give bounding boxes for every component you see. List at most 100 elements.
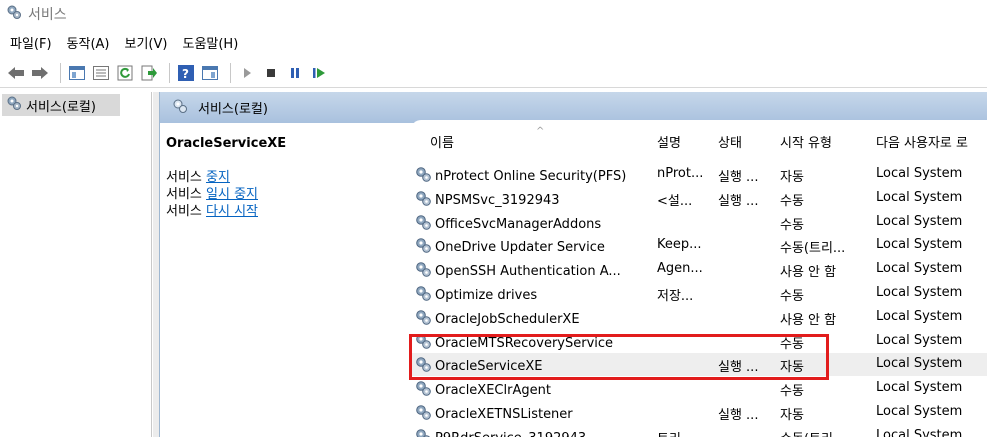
service-row[interactable]: Optimize drives 저장... 수동 Local System [411, 282, 987, 305]
extended-info-panel: OracleServiceXE 서비스 중지 서비스 일시 중지 서비스 다시 … [166, 136, 406, 220]
menu-help[interactable]: 도움말(H) [182, 33, 238, 52]
column-header-status[interactable]: 상태 [718, 132, 742, 151]
action-restart: 서비스 다시 시작 [166, 203, 406, 220]
action-prefix: 서비스 [166, 187, 207, 202]
service-startup-type: 자동 [780, 170, 804, 185]
service-startup-type: 수동 [780, 193, 804, 209]
service-gear-icon [415, 285, 432, 306]
service-logon-as: Local System [876, 237, 963, 253]
service-name-cell: OracleServiceXE [415, 356, 647, 377]
column-header-description[interactable]: 설명 [657, 132, 681, 151]
service-row[interactable]: NPSMSvc_3192943 <설... 실행 ... 수동 Local System [411, 187, 987, 210]
service-row[interactable]: OracleServiceXE 실행 ... 자동 Local System [411, 353, 987, 377]
service-row[interactable]: OracleMTSRecoveryService 수동 Local System [411, 330, 987, 353]
service-startup-type: 수동(트리... [780, 428, 872, 437]
pause-service-link[interactable]: 일시 중지 [206, 187, 258, 202]
service-gear-icon [415, 190, 432, 211]
service-name: nProtect Online Security(PFS) [435, 169, 627, 184]
service-row[interactable]: OracleJobSchedulerXE 사용 안 함 Local System [411, 306, 987, 329]
show-hide-console-tree-icon[interactable] [67, 63, 87, 83]
services-gear-icon [172, 98, 188, 118]
service-name-cell: P9RdrService_3192943 [415, 428, 647, 437]
service-name-cell: OpenSSH Authentication A... [415, 261, 647, 282]
service-gear-icon [415, 356, 432, 377]
sort-ascending-icon: ^ [536, 126, 545, 137]
tree-item-services-local[interactable]: 서비스(로컬) [2, 94, 120, 116]
restart-service-link[interactable]: 다시 시작 [206, 204, 258, 219]
service-name: Optimize drives [435, 288, 538, 303]
service-logon-as: Local System [876, 404, 963, 419]
toolbar-separator [169, 62, 170, 83]
service-logon-as: Local System [876, 427, 963, 437]
window-title: 서비스 [28, 6, 67, 23]
service-row[interactable]: OfficeSvcManagerAddons 수동 Local System [411, 211, 987, 234]
pause-service-icon[interactable] [285, 63, 305, 83]
action-pane-icon[interactable] [200, 63, 220, 83]
help-icon[interactable]: ? [176, 63, 196, 83]
export-list-icon[interactable] [139, 63, 159, 83]
column-header-startup-type[interactable]: 시작 유형 [780, 132, 832, 151]
menu-action[interactable]: 동작(A) [67, 33, 110, 52]
service-name: OfficeSvcManagerAddons [435, 216, 602, 232]
services-gear-icon [6, 4, 22, 24]
action-stop: 서비스 중지 [166, 169, 406, 186]
service-name-cell: OracleJobSchedulerXE [415, 309, 647, 330]
service-logon-as: Local System [876, 332, 963, 348]
service-name-cell: NPSMSvc_3192943 [415, 190, 647, 211]
action-pause: 서비스 일시 중지 [166, 186, 406, 203]
service-gear-icon [415, 237, 432, 258]
column-header-name[interactable]: 이름 [430, 132, 454, 151]
service-description: <설... [657, 193, 693, 209]
service-name-cell: Optimize drives [415, 285, 647, 306]
service-startup-type: 사용 안 함 [780, 265, 837, 281]
service-gear-icon [415, 261, 432, 282]
service-logon-as: Local System [876, 380, 963, 396]
forward-arrow-icon[interactable] [30, 63, 50, 83]
service-logon-as: Local System [876, 213, 963, 229]
service-startup-type: 수동 [780, 336, 804, 352]
stop-service-icon[interactable] [261, 63, 281, 83]
service-name-cell: OfficeSvcManagerAddons [415, 214, 647, 235]
service-startup-type: 수동 [780, 217, 804, 233]
service-row[interactable]: P9RdrService_3192943 트리... 수동(트리... Local S… [411, 425, 987, 437]
service-logon-as: Local System [876, 285, 963, 300]
service-description: 트리... [657, 428, 709, 437]
service-status: 실행 ... [718, 170, 759, 185]
properties-icon[interactable] [91, 63, 111, 83]
toolbar: ? [0, 58, 987, 88]
refresh-icon[interactable] [115, 63, 135, 83]
list-header: 이름 ^ 설명 상태 시작 유형 다음 사용자로 로 [411, 126, 987, 154]
service-startup-type: 자동 [780, 408, 804, 423]
menu-file[interactable]: 파일(F) [10, 33, 52, 52]
service-row[interactable]: nProtect Online Security(PFS) nProt... 실행 … [411, 163, 987, 186]
stop-service-link[interactable]: 중지 [206, 170, 230, 185]
service-logon-as: Local System [876, 308, 963, 324]
service-row[interactable]: OneDrive Updater Service Keep... 수동(트리... L… [411, 234, 987, 257]
service-gear-icon [415, 380, 432, 401]
service-gear-icon [415, 428, 432, 437]
title-bar: 서비스 [0, 0, 987, 27]
service-row[interactable]: OracleXETNSListener 실행 ... 자동 Local System [411, 401, 987, 424]
service-logon-as: Local System [876, 261, 963, 277]
column-header-logon-as[interactable]: 다음 사용자로 로 [876, 132, 968, 151]
content-header: 서비스(로컬) [160, 92, 987, 123]
service-name-cell: OneDrive Updater Service [415, 237, 647, 258]
service-name: OracleMTSRecoveryService [435, 335, 614, 351]
service-description: nProt... [657, 166, 704, 181]
service-startup-type: 수동(트리... [780, 241, 846, 257]
service-name-cell: OracleMTSRecoveryService [415, 333, 647, 354]
menu-bar: 파일(F) 동작(A) 보기(V) 도움말(H) [0, 30, 253, 54]
service-name: P9RdrService_3192943 [435, 431, 586, 437]
service-row[interactable]: OpenSSH Authentication A... Agen... 사용 안 함… [411, 258, 987, 281]
action-prefix: 서비스 [166, 170, 207, 185]
menu-view[interactable]: 보기(V) [125, 33, 168, 52]
service-name: OracleXEClrAgent [435, 383, 551, 399]
resume-service-icon[interactable] [309, 63, 329, 83]
service-name: OracleJobSchedulerXE [435, 311, 580, 327]
service-row[interactable]: OracleXEClrAgent 수동 Local System [411, 377, 987, 400]
services-list: 이름 ^ 설명 상태 시작 유형 다음 사용자로 로 nProtect Onli… [411, 120, 987, 437]
back-arrow-icon[interactable] [6, 63, 26, 83]
service-status: 실행 ... [718, 193, 759, 209]
service-name-cell: OracleXETNSListener [415, 404, 647, 425]
start-service-icon[interactable] [237, 63, 257, 83]
